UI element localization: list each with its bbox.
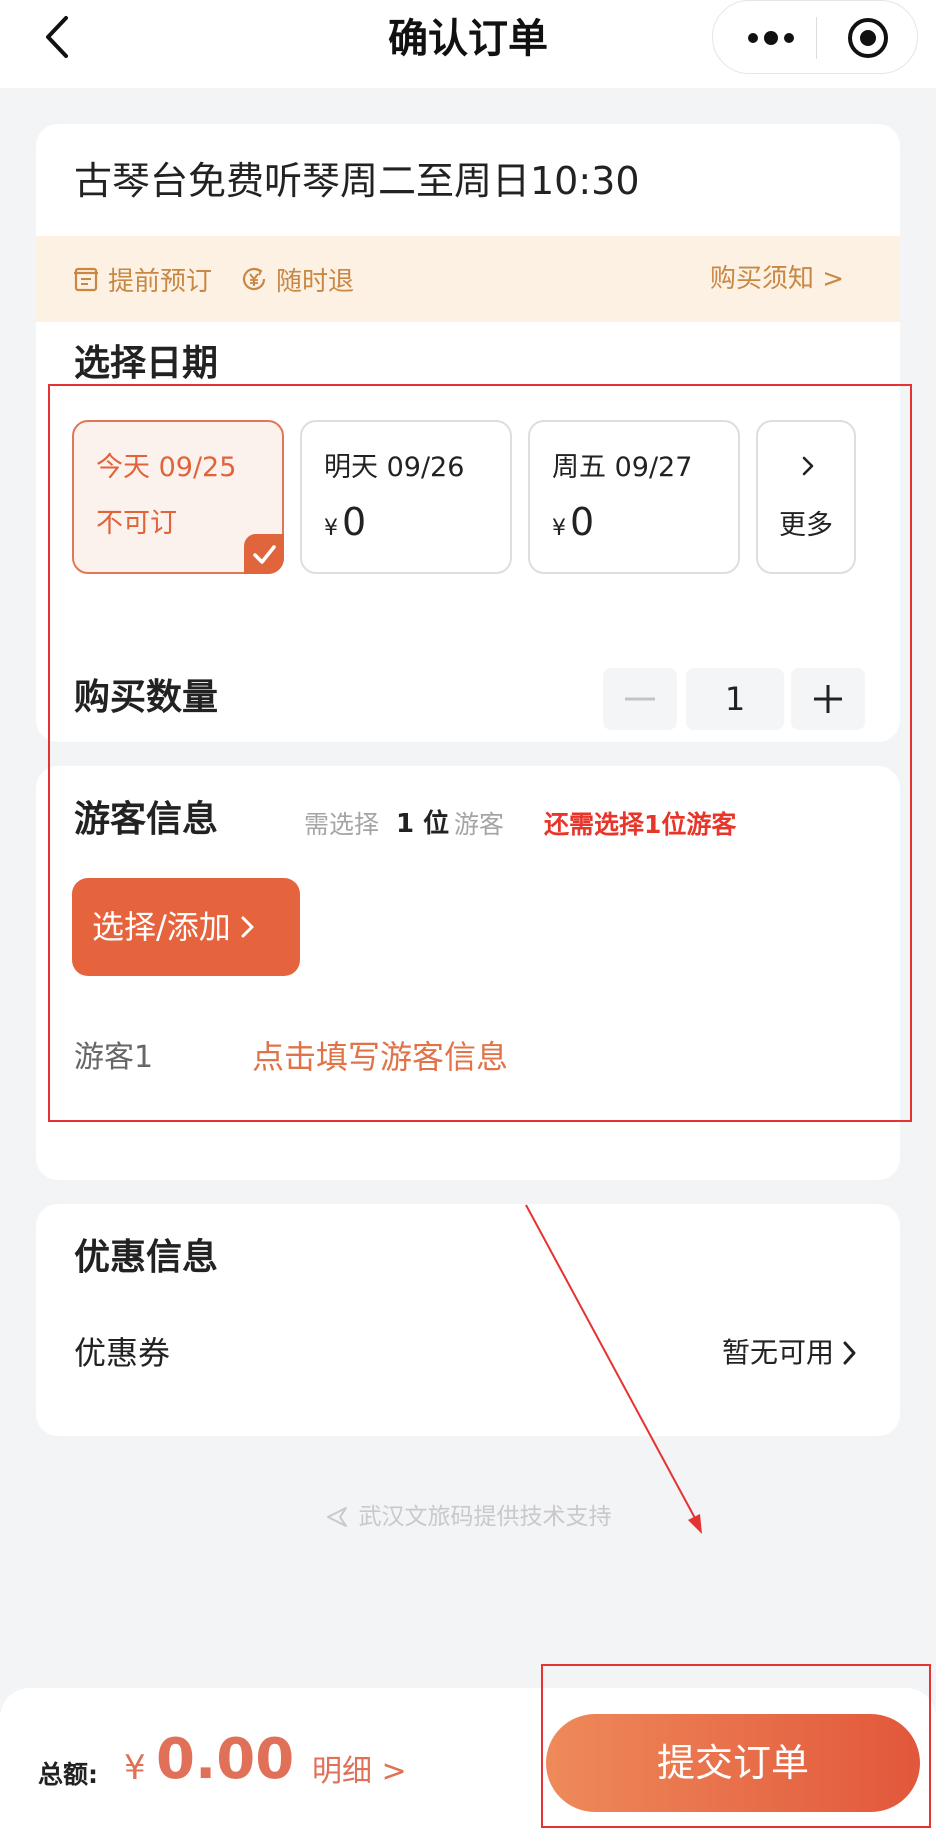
check-icon (253, 545, 276, 564)
quantity-label: 购买数量 (74, 677, 219, 718)
more-dates-button[interactable]: 更多 (756, 420, 856, 574)
more-dates-label: 更多 (779, 510, 833, 541)
tourist-count: 1 位 (396, 809, 450, 839)
price-detail-link[interactable]: 明细 > (312, 1752, 407, 1792)
tourist-info-card: 游客信息 需选择 1 位 游客 还需选择1位游客 选择/添加 游客1 点击填写游… (36, 766, 900, 1180)
date-option-price: ¥0 (324, 498, 366, 554)
currency-symbol: ¥ (324, 516, 338, 541)
tourist-row-label: 游客1 (74, 1040, 154, 1075)
tech-support-note: 武汉文旅码提供技术支持 (0, 1500, 936, 1534)
quantity-increase-button[interactable] (791, 668, 865, 730)
select-add-tourist-button[interactable]: 选择/添加 (72, 878, 300, 976)
button-label: 选择/添加 (92, 908, 231, 946)
mini-program-capsule (712, 0, 918, 74)
quantity-value[interactable]: 1 (686, 668, 784, 730)
yen-circle-icon (242, 267, 266, 291)
tag-advance-booking: 提前预订 (72, 262, 213, 297)
tourist-hint-prefix: 需选择 (304, 810, 380, 839)
date-option-status: 不可订 (96, 508, 177, 539)
chevron-right-icon (843, 1341, 856, 1365)
price-amount: 0 (570, 500, 595, 544)
date-option-tomorrow[interactable]: 明天 09/26 ¥0 (300, 420, 512, 574)
receipt-icon (74, 267, 98, 292)
tech-support-text: 武汉文旅码提供技术支持 (358, 1504, 612, 1530)
price-amount: 0 (342, 500, 367, 544)
bottom-bar: 总额: ¥ 0.00 明细 > 提交订单 (0, 1688, 936, 1830)
coupon-value: 暂无可用 (721, 1336, 834, 1369)
tag-refund-anytime: 随时退 (240, 262, 355, 297)
capsule-divider (816, 17, 817, 59)
tourist-section-label: 游客信息 (74, 799, 219, 840)
tourist-warning: 还需选择1位游客 (544, 810, 737, 839)
tag-label: 随时退 (276, 266, 355, 297)
selected-badge (244, 534, 284, 574)
tourist-hint-suffix: 游客 (454, 810, 505, 839)
coupon-selector[interactable]: 暂无可用 (722, 1332, 860, 1374)
date-option-price: ¥0 (552, 498, 594, 554)
discount-card: 优惠信息 优惠券 暂无可用 (36, 1204, 900, 1436)
chevron-right-icon (241, 916, 254, 938)
product-title: 古琴台免费听琴周二至周日10:30 (74, 159, 640, 203)
nav-bar: 确认订单 (0, 0, 936, 88)
date-option-friday[interactable]: 周五 09/27 ¥0 (528, 420, 740, 574)
date-section-label: 选择日期 (74, 343, 219, 384)
target-icon (848, 18, 888, 58)
coupon-label: 优惠券 (74, 1334, 171, 1372)
total-currency: ¥ (124, 1748, 146, 1788)
total-amount: 0.00 (156, 1727, 295, 1792)
total-label: 总额: (38, 1760, 98, 1789)
close-mini-program-button[interactable] (846, 16, 890, 60)
date-option-date: 今天 09/25 (96, 452, 237, 483)
chevron-right-icon (802, 456, 814, 476)
send-icon (326, 1507, 347, 1527)
quantity-decrease-button[interactable] (603, 668, 677, 730)
discount-section-label: 优惠信息 (74, 1237, 219, 1278)
minus-icon (625, 697, 655, 701)
date-option-date: 明天 09/26 (324, 452, 465, 483)
more-menu-button[interactable] (743, 23, 799, 53)
date-option-date: 周五 09/27 (552, 452, 693, 483)
more-dots-icon (748, 31, 794, 45)
product-card: 古琴台免费听琴周二至周日10:30 提前预订 随时退 购买须知 > 选择日期 今… (36, 124, 900, 742)
date-option-today[interactable]: 今天 09/25 不可订 (72, 420, 284, 574)
plus-icon (814, 685, 842, 713)
submit-order-button[interactable]: 提交订单 (546, 1714, 920, 1812)
currency-symbol: ¥ (552, 516, 566, 541)
tag-label: 提前预订 (108, 266, 213, 297)
tag-bar: 提前预订 随时退 购买须知 > (36, 236, 900, 322)
purchase-notice-link[interactable]: 购买须知 > (710, 262, 844, 296)
fill-tourist-info-link[interactable]: 点击填写游客信息 (252, 1036, 508, 1078)
